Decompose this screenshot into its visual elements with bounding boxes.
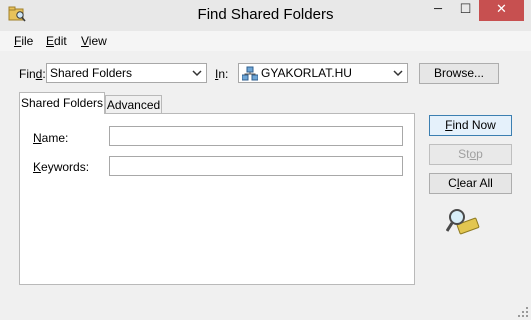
name-field[interactable] bbox=[109, 126, 403, 146]
menu-view-accel: V bbox=[81, 34, 89, 48]
menu-view-label: iew bbox=[88, 34, 107, 48]
minimize-button[interactable]: ─ bbox=[424, 0, 452, 21]
find-label: Find: bbox=[19, 67, 46, 81]
keywords-field[interactable] bbox=[109, 156, 403, 176]
tab-shared-folders[interactable]: Shared Folders bbox=[19, 92, 105, 114]
close-button[interactable]: ✕ bbox=[479, 0, 524, 21]
title-bar: Find Shared Folders ─ ☐ ✕ bbox=[0, 0, 531, 32]
chevron-down-icon bbox=[393, 70, 403, 77]
chevron-down-icon bbox=[192, 70, 202, 77]
menu-view[interactable]: View bbox=[81, 34, 107, 48]
menu-edit-accel: E bbox=[46, 34, 55, 48]
menu-file-label: ile bbox=[21, 34, 34, 48]
tab-advanced[interactable]: Advanced bbox=[105, 95, 162, 114]
in-location-value: GYAKORLAT.HU bbox=[261, 66, 352, 80]
stop-button[interactable]: Stop bbox=[429, 144, 512, 165]
keywords-label: Keywords: bbox=[33, 160, 90, 174]
resize-grip-icon[interactable] bbox=[517, 306, 529, 318]
menu-file[interactable]: File bbox=[14, 34, 33, 48]
menu-edit[interactable]: Edit bbox=[46, 34, 67, 48]
menu-edit-label: dit bbox=[54, 34, 67, 48]
name-label: Name: bbox=[33, 131, 69, 145]
menu-bar: File Edit View bbox=[0, 31, 531, 51]
in-location-select[interactable]: GYAKORLAT.HU bbox=[238, 63, 408, 83]
find-type-value: Shared Folders bbox=[50, 66, 133, 80]
clear-all-button[interactable]: Clear All bbox=[429, 173, 512, 194]
magnifier-icon bbox=[446, 209, 480, 235]
find-now-button[interactable]: Find Now bbox=[429, 115, 512, 136]
find-type-select[interactable]: Shared Folders bbox=[46, 63, 207, 83]
browse-button[interactable]: Browse... bbox=[419, 63, 499, 84]
domain-tree-icon bbox=[242, 66, 258, 81]
maximize-button[interactable]: ☐ bbox=[452, 0, 479, 21]
in-label: In: bbox=[215, 67, 229, 81]
